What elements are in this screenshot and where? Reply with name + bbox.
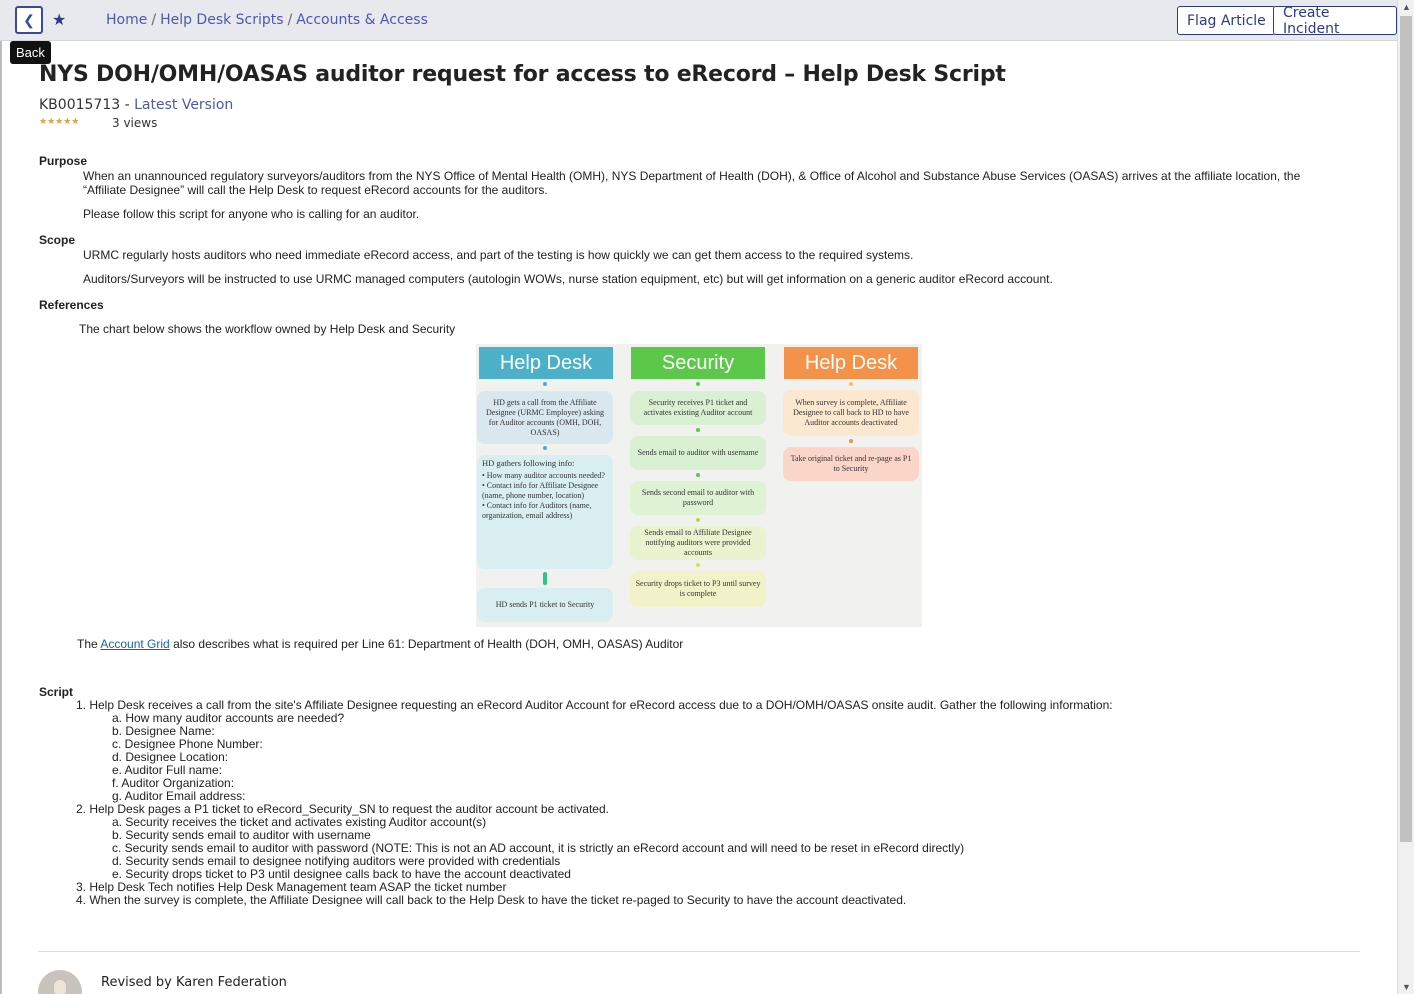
flow-connector bbox=[543, 446, 547, 450]
flow-connector bbox=[696, 563, 700, 567]
hd-gather-item: • Contact info for Auditors (name, organ… bbox=[482, 501, 592, 520]
left-border bbox=[0, 41, 2, 994]
hd-gather-item: • Contact info for Affiliate Designee (n… bbox=[482, 481, 599, 500]
article-meta: KB0015713 - Latest Version bbox=[39, 97, 233, 113]
flow-connector bbox=[696, 428, 700, 432]
flow-connector bbox=[543, 382, 547, 386]
workflow-col3-header: Help Desk bbox=[784, 347, 918, 379]
hd-gather-item: • How many auditor accounts needed? bbox=[482, 471, 605, 480]
back-button[interactable]: ❮ bbox=[15, 6, 43, 34]
version-separator: - bbox=[124, 97, 130, 113]
account-grid-suffix: also describes what is required per Line… bbox=[169, 637, 684, 651]
purpose-instruction: Please follow this script for anyone who… bbox=[83, 207, 420, 221]
flow-connector bbox=[696, 473, 700, 477]
flow-connector bbox=[849, 439, 853, 443]
sec-step-username: Sends email to auditor with username bbox=[630, 436, 766, 470]
flow-connector bbox=[696, 382, 700, 386]
workflow-col1-header: Help Desk bbox=[479, 347, 613, 379]
hd-step-send: HD sends P1 ticket to Security bbox=[477, 588, 613, 622]
top-toolbar: ❮ ★ Home / Help Desk Scripts / Accounts & Ac… bbox=[0, 0, 1397, 41]
article-title: NYS DOH/OMH/OASAS auditor request for ac… bbox=[39, 62, 1006, 87]
breadcrumb-help-desk-scripts[interactable]: Help Desk Scripts bbox=[160, 12, 284, 28]
hd-step-call: HD gets a call from the Affiliate Design… bbox=[477, 391, 613, 444]
avatar[interactable] bbox=[38, 970, 82, 994]
account-grid-link[interactable]: Account Grid bbox=[100, 637, 169, 651]
flow-connector bbox=[849, 382, 853, 386]
script-substep: a. How many auditor accounts are needed? bbox=[112, 711, 345, 725]
purpose-text-line1: When an unannounced regulatory surveyors… bbox=[83, 169, 1301, 183]
section-divider bbox=[38, 951, 1360, 952]
scope-heading: Scope bbox=[39, 233, 76, 247]
breadcrumb-separator: / bbox=[287, 12, 293, 28]
flag-article-button[interactable]: Flag Article bbox=[1177, 6, 1276, 35]
account-grid-prefix: The bbox=[77, 637, 101, 651]
chevron-left-icon: ❮ bbox=[23, 11, 35, 28]
flow-connector bbox=[543, 572, 547, 585]
revised-by: Revised by Karen Federation bbox=[101, 975, 287, 990]
breadcrumb: Home / Help Desk Scripts / Accounts & Access bbox=[106, 12, 428, 28]
sec-step-receive: Security receives P1 ticket and activate… bbox=[630, 391, 766, 425]
script-substep: d. Designee Location: bbox=[112, 750, 229, 764]
breadcrumb-accounts-access[interactable]: Accounts & Access bbox=[296, 12, 428, 28]
hd-step-repage: Take original ticket and re-page as P1 t… bbox=[783, 447, 919, 481]
kb-number: KB0015713 bbox=[39, 97, 121, 113]
purpose-heading: Purpose bbox=[39, 154, 88, 168]
account-grid-line: The Account Grid also describes what is … bbox=[77, 637, 683, 651]
scrollbar-thumb[interactable] bbox=[1400, 16, 1412, 842]
scope-text-1: URMC regularly hosts auditors who need i… bbox=[83, 248, 914, 262]
hd-step-callback: When survey is complete, Affiliate Desig… bbox=[783, 390, 919, 436]
rating-stars-icon[interactable]: ★★★★★ bbox=[39, 116, 79, 127]
script-list: 1. Help Desk receives a call from the si… bbox=[76, 699, 1113, 907]
sec-step-notify: Sends email to Affiliate Designee notify… bbox=[630, 526, 766, 560]
breadcrumb-separator: / bbox=[151, 12, 157, 28]
view-count: 3 views bbox=[112, 116, 158, 130]
workflow-col2-header: Security bbox=[631, 347, 765, 379]
references-intro: The chart below shows the workflow owned… bbox=[79, 322, 456, 336]
back-tooltip: Back bbox=[10, 41, 51, 64]
purpose-text-line2: “Affiliate Designee” will call the Help … bbox=[83, 183, 548, 197]
breadcrumb-home[interactable]: Home bbox=[106, 12, 147, 28]
sec-step-drop: Security drops ticket to P3 until survey… bbox=[630, 571, 766, 607]
hd-step-gather: HD gathers following info: • How many au… bbox=[477, 455, 613, 569]
favorite-star-icon[interactable]: ★ bbox=[52, 10, 66, 30]
workflow-chart: Help Desk Security Help Desk HD gets a c… bbox=[476, 344, 922, 627]
script-substep: c. Designee Phone Number: bbox=[112, 737, 263, 751]
sec-step-password: Sends second email to auditor with passw… bbox=[630, 481, 766, 515]
scope-text-2: Auditors/Surveyors will be instructed to… bbox=[83, 272, 1053, 286]
script-heading: Script bbox=[39, 685, 74, 699]
references-heading: References bbox=[39, 298, 104, 312]
hd-gather-title: HD gathers following info: bbox=[482, 458, 575, 468]
script-step-4: 4. When the survey is complete, the Affi… bbox=[76, 893, 907, 907]
latest-version-link[interactable]: Latest Version bbox=[134, 97, 233, 113]
create-incident-button[interactable]: Create Incident bbox=[1273, 5, 1397, 37]
scroll-down-arrow-icon[interactable]: ▼ bbox=[1402, 982, 1411, 992]
vertical-scrollbar[interactable]: ▲ ▼ bbox=[1397, 0, 1414, 994]
flow-connector bbox=[696, 518, 700, 522]
scroll-up-arrow-icon[interactable]: ▲ bbox=[1402, 2, 1411, 12]
